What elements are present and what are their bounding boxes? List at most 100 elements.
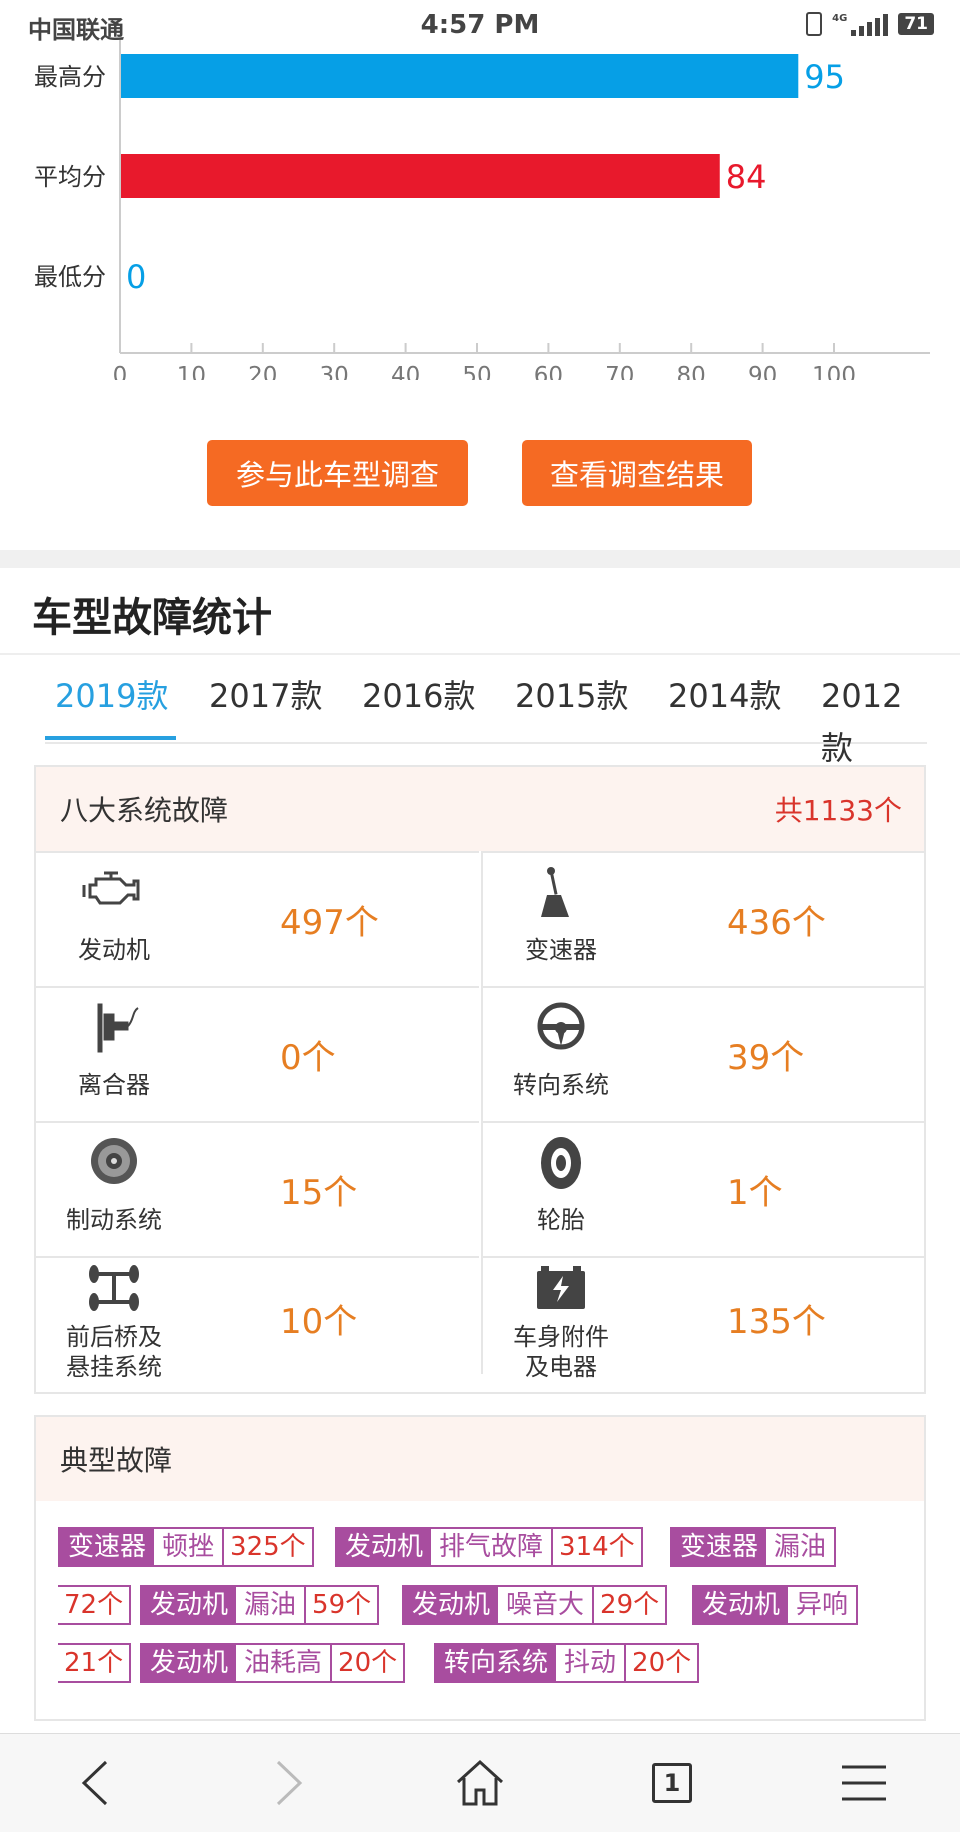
fault-tag-count: 29个	[600, 1590, 660, 1620]
system-cell-steering[interactable]: 转向系统 39个	[481, 986, 924, 1121]
system-label: 变速器	[525, 936, 597, 964]
home-button[interactable]	[420, 1734, 540, 1832]
fault-tag[interactable]: 变速器 顿挫 325个	[58, 1527, 314, 1567]
system-cell-tire[interactable]: 轮胎 1个	[481, 1121, 924, 1256]
back-icon	[81, 1760, 108, 1806]
typical-faults-header: 典型故障	[36, 1417, 924, 1501]
system-cell-electrical[interactable]: 车身附件 及电器 135个	[481, 1256, 924, 1381]
battery-icon: 71	[898, 13, 934, 35]
system-label-line-2: 悬挂系统	[66, 1353, 162, 1381]
fault-tag[interactable]: 变速器 漏油	[670, 1527, 837, 1567]
fault-tag-phenomenon: 漏油	[236, 1587, 307, 1623]
system-faults-title: 八大系统故障	[60, 794, 229, 827]
forward-button[interactable]	[228, 1734, 348, 1832]
fault-tag-continued[interactable]: 21个	[58, 1643, 132, 1683]
fault-tag-system: 发动机	[142, 1645, 237, 1681]
system-cell-clutch[interactable]: 离合器 0个	[36, 986, 479, 1121]
score-chart-svg: 最高分 95 平均分 84 最低分 0 0 10 20 30 40 50 60 70 80 90 100	[34, 40, 930, 389]
menu-button[interactable]	[804, 1734, 924, 1832]
chart-x-tick-label: 80	[677, 363, 706, 380]
view-results-button[interactable]: 查看调查结果	[522, 440, 752, 506]
tab-2012[interactable]: 2012款	[821, 670, 927, 767]
typical-faults-panel: 典型故障 变速器 顿挫 325个 发动机 排气故障 314个 变速器 漏油 72…	[34, 1415, 926, 1721]
chart-x-tick-label: 90	[748, 363, 777, 380]
fault-tag[interactable]: 发动机 异响	[692, 1585, 859, 1625]
tab-2014[interactable]: 2014款	[668, 670, 781, 740]
fault-tag-system: 转向系统	[436, 1645, 557, 1681]
clutch-icon	[36, 1000, 192, 1056]
section-title-divider	[0, 653, 960, 655]
system-label: 制动系统	[66, 1206, 162, 1234]
back-button[interactable]	[36, 1734, 156, 1832]
tabs-button[interactable]: 1	[612, 1734, 732, 1832]
vibrate-icon	[806, 12, 823, 36]
tire-icon	[483, 1135, 639, 1191]
fault-tag[interactable]: 发动机 排气故障 314个	[335, 1527, 643, 1567]
network-type: 4G	[832, 12, 848, 24]
fault-tag-count: 72个	[64, 1590, 124, 1620]
system-cell-transmission[interactable]: 变速器 436个	[481, 851, 924, 986]
fault-tag-continued[interactable]: 72个	[58, 1585, 132, 1625]
chart-category-label: 平均分	[34, 163, 106, 191]
tab-2015[interactable]: 2015款	[515, 670, 628, 740]
system-cell-brake[interactable]: 制动系统 15个	[36, 1121, 479, 1256]
model-year-tabs: 2019款 2017款 2016款 2015款 2014款 2012款	[45, 670, 927, 767]
fault-tag-phenomenon: 抖动	[556, 1645, 627, 1681]
active-tab-indicator	[45, 736, 176, 740]
status-icons: 4G 71	[806, 12, 934, 36]
system-count: 135个	[727, 1302, 826, 1342]
browser-bottom-bar: 1	[0, 1733, 960, 1832]
fault-tags: 变速器 顿挫 325个 发动机 排气故障 314个 变速器 漏油 72个 发动机…	[58, 1527, 908, 1707]
system-label: 发动机	[78, 936, 150, 964]
system-faults-total: 共1133个	[774, 794, 902, 827]
fault-tag-phenomenon: 异响	[788, 1587, 859, 1623]
steering-wheel-icon	[483, 1000, 639, 1056]
fault-tag[interactable]: 转向系统 抖动 20个	[434, 1643, 700, 1683]
system-label: 车身附件 及电器	[483, 1322, 639, 1382]
system-count: 436个	[727, 903, 826, 943]
home-icon	[456, 1759, 504, 1806]
fault-tag[interactable]: 发动机 油耗高 20个	[140, 1643, 406, 1683]
tab-2019[interactable]: 2019款	[55, 670, 168, 740]
tab-2017[interactable]: 2017款	[209, 670, 322, 740]
chart-category-label: 最低分	[34, 263, 106, 291]
fault-tag-system: 变速器	[672, 1529, 767, 1565]
chart-value-label: 0	[126, 258, 146, 296]
chart-bar	[120, 54, 799, 98]
system-cell-engine[interactable]: 发动机 497个	[36, 851, 479, 986]
fault-tag-count: 325个	[230, 1532, 306, 1562]
tab-2016[interactable]: 2016款	[362, 670, 475, 740]
system-label-line-1: 前后桥及	[66, 1323, 162, 1351]
brake-disc-icon	[36, 1135, 192, 1191]
gear-shifter-icon	[483, 865, 639, 921]
fault-tag[interactable]: 发动机 漏油 59个	[140, 1585, 380, 1625]
join-survey-button[interactable]: 参与此车型调查	[207, 440, 468, 506]
system-faults-panel: 八大系统故障 共1133个 发动机 497个 变速器 436个 离合器 0个 转…	[34, 765, 926, 1394]
system-count: 1个	[727, 1173, 783, 1213]
system-cell-axle[interactable]: 前后桥及 悬挂系统 10个	[36, 1256, 479, 1381]
forward-icon	[276, 1760, 303, 1806]
chart-x-tick-label: 70	[605, 363, 634, 380]
system-count: 10个	[280, 1302, 358, 1342]
fault-tag-system: 发动机	[337, 1529, 432, 1565]
system-label-line-2: 及电器	[525, 1353, 597, 1381]
typical-faults-title: 典型故障	[60, 1444, 173, 1477]
fault-tag-system: 发动机	[404, 1587, 499, 1623]
chart-x-tick-label: 0	[113, 363, 128, 380]
chart-x-tick-label: 50	[462, 363, 491, 380]
chart-x-tick-label: 30	[320, 363, 349, 380]
chart-x-tick-label: 40	[391, 363, 420, 380]
system-count: 0个	[280, 1038, 336, 1078]
system-label: 前后桥及 悬挂系统	[36, 1322, 192, 1382]
fault-tag-phenomenon: 油耗高	[236, 1645, 333, 1681]
axle-suspension-icon	[36, 1264, 192, 1320]
system-count: 497个	[280, 903, 379, 943]
fault-tag-phenomenon: 顿挫	[154, 1529, 225, 1565]
chart-value-label: 95	[804, 58, 845, 96]
tab-count: 1	[652, 1763, 692, 1803]
fault-tag-system: 变速器	[60, 1529, 155, 1565]
fault-tag[interactable]: 发动机 噪音大 29个	[402, 1585, 668, 1625]
fault-tag-count: 20个	[338, 1648, 398, 1678]
chart-bar	[120, 154, 720, 198]
section-title: 车型故障统计	[32, 595, 272, 641]
